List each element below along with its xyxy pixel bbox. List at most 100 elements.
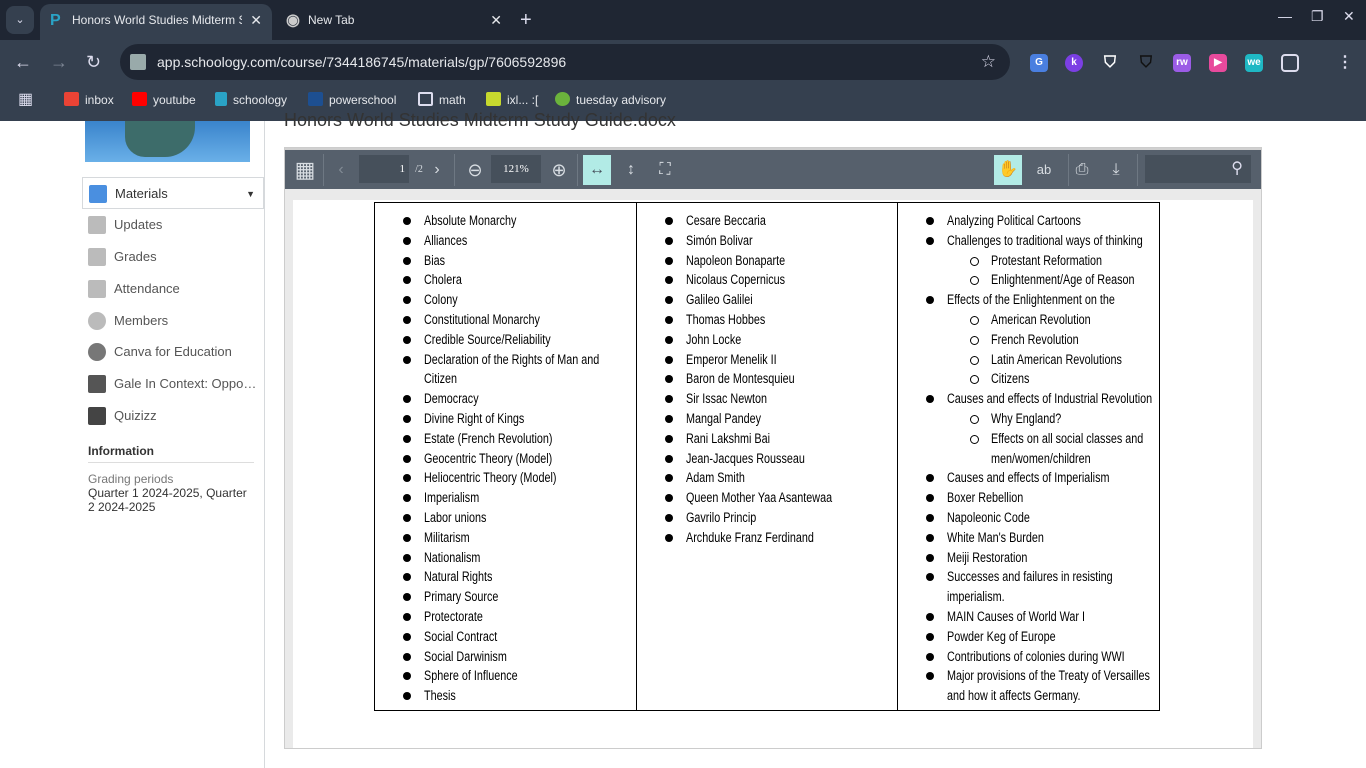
list-item-text: Challenges to traditional ways of thinki… [947,232,1143,248]
bookmark-inbox[interactable]: inbox [64,84,114,116]
sidebar-item-materials[interactable]: Materials ▼ [82,177,264,209]
list-item-text: Powder Keg of Europe [947,628,1056,644]
list-item: Nicolaus Copernicus [637,270,899,290]
list-item: Causes and effects of Industrial Revolut… [898,389,1160,409]
sidebar-item-grades[interactable]: Grades [82,241,264,273]
minimize-button[interactable]: — [1278,8,1292,24]
thumbnails-grid-icon[interactable]: ▦ [293,158,317,182]
attendance-icon [88,280,106,298]
menu-kebab-icon[interactable]: ⋮ [1336,54,1354,72]
list-item: Rani Lakshmi Bai [637,429,899,449]
download-icon[interactable]: ⤓ [1103,158,1129,182]
list-item-text: Protectorate [424,608,483,624]
people-column: Cesare Beccaria Simón Bolivar Napoleon Bon… [636,203,898,710]
list-item-text: Major provisions of the Treaty of Versai… [947,668,1150,704]
ixl-icon [486,92,501,106]
list-item-text: Napoleon Bonaparte [686,252,786,268]
sidebar-item-members[interactable]: Members [82,305,264,337]
sidebar-item-canva[interactable]: Canva for Education [82,336,264,368]
document-title: Honors World Studies Midterm Study Guide… [284,110,676,130]
zoom-level-input[interactable]: 121% [491,155,541,183]
reload-button[interactable]: ↻ [86,52,101,72]
list-item: Imperialism [375,488,637,508]
extensions-puzzle-icon[interactable] [1281,54,1299,72]
fit-page-icon[interactable]: ↕ [619,158,643,182]
forward-button[interactable]: → [50,52,68,72]
list-item: Analyzing Political Cartoons [898,211,1160,231]
list-item-text: Citizens [991,371,1030,387]
close-window-button[interactable]: ✕ [1343,8,1355,25]
list-item-text: Jean-Jacques Rousseau [686,450,805,466]
list-item-text: Archduke Franz Ferdinand [686,529,814,545]
bookmark-youtube[interactable]: youtube [132,84,196,116]
tab-new-tab[interactable]: ◉ New Tab ✕ [276,4,512,40]
close-tab-icon[interactable]: ✕ [250,4,262,36]
search-input[interactable]: ⚲ [1145,155,1251,183]
back-button[interactable]: ← [14,52,32,72]
restore-button[interactable]: ❐ [1311,8,1324,25]
sidebar-item-quizizz[interactable]: Quizizz [82,400,264,432]
tab-strip: ⌄ P Honors World Studies Midterm Study G… [0,0,1366,40]
list-item: Archduke Franz Ferdinand [637,528,899,548]
apps-grid-icon[interactable]: ▦ [18,84,33,116]
members-icon [88,312,106,330]
list-item: Declaration of the Rights of Man and Cit… [375,350,637,390]
new-tab-button[interactable]: + [520,6,532,34]
materials-icon [89,185,107,203]
print-icon[interactable]: ⎙ [1069,158,1095,182]
list-item: Credible Source/Reliability [375,330,637,350]
list-item-text: Rani Lakshmi Bai [686,430,771,446]
page-number-input[interactable]: 1 [359,155,409,183]
zoom-out-icon[interactable]: ⊖ [465,158,485,182]
we-icon[interactable]: we [1245,54,1263,72]
list-item-text: Social Contract [424,628,498,644]
list-item-text: Protestant Reformation [991,252,1103,268]
site-info-icon[interactable] [130,54,146,70]
kami-icon[interactable]: k [1065,54,1083,72]
list-item: Jean-Jacques Rousseau [637,449,899,469]
next-page-icon[interactable]: › [429,158,445,182]
sidebar-item-gale[interactable]: Gale In Context: Opposi... [82,368,264,400]
zoom-in-icon[interactable]: ⊕ [549,158,569,182]
list-item: Effects of the Enlightenment on the [898,290,1160,310]
prev-page-icon[interactable]: ‹ [333,158,349,182]
list-item-text: Social Darwinism [424,648,507,664]
list-item: Effects on all social classes and men/wo… [898,429,1160,469]
fit-width-icon[interactable]: ↔ [583,155,611,185]
s-icon [555,92,570,106]
list-item-text: John Locke [686,331,742,347]
list-item-text: Constitutional Monarchy [424,311,540,327]
list-item-text: Divine Right of Kings [424,410,525,426]
study-guide-table: Absolute Monarchy Alliances Bias Cholera Col… [374,202,1160,711]
sidebar-divider [264,121,265,768]
google-translate-icon[interactable]: G [1030,54,1048,72]
list-item-text: Thesis [424,688,456,704]
chrome-icon: ◉ [286,12,300,29]
sidebar-item-updates[interactable]: Updates [82,209,264,241]
list-item-text: Sir Issac Newton [686,391,768,407]
search-icon[interactable]: ⚲ [1231,155,1243,183]
fullscreen-icon[interactable]: ⛶ [653,158,677,182]
list-item: Powder Keg of Europe [898,627,1160,647]
shield-icon[interactable]: ⛉ [1101,54,1119,72]
text-select-tool[interactable]: ab [1029,158,1059,182]
list-item: Alliances [375,231,637,251]
course-image [85,121,250,162]
toolbar-divider [1137,154,1138,186]
bookmark-schoology[interactable]: schoology [215,84,287,116]
tab-search-button[interactable]: ⌄ [6,6,34,34]
list-item-text: Effects of the Enlightenment on the [947,292,1115,308]
hand-tool-icon[interactable]: ✋ [994,155,1022,185]
close-tab-icon[interactable]: ✕ [490,4,502,36]
list-item: Galileo Galilei [637,290,899,310]
screencast-icon[interactable]: ▶ [1209,54,1227,72]
shield-dark-icon[interactable]: ⛉ [1137,54,1155,72]
bookmark-star-icon[interactable]: ☆ [981,44,996,80]
tw-puzzle-icon[interactable]: rw [1173,54,1191,72]
chevron-down-icon[interactable]: ▼ [246,178,255,210]
sidebar-item-attendance[interactable]: Attendance [82,273,264,305]
tab-study-guide[interactable]: P Honors World Studies Midterm Study Gui… [40,4,272,40]
list-item: Cholera [375,270,637,290]
list-item-text: Causes and effects of Imperialism [947,470,1110,486]
address-bar[interactable]: app.schoology.com/course/7344186745/mate… [120,44,1010,80]
